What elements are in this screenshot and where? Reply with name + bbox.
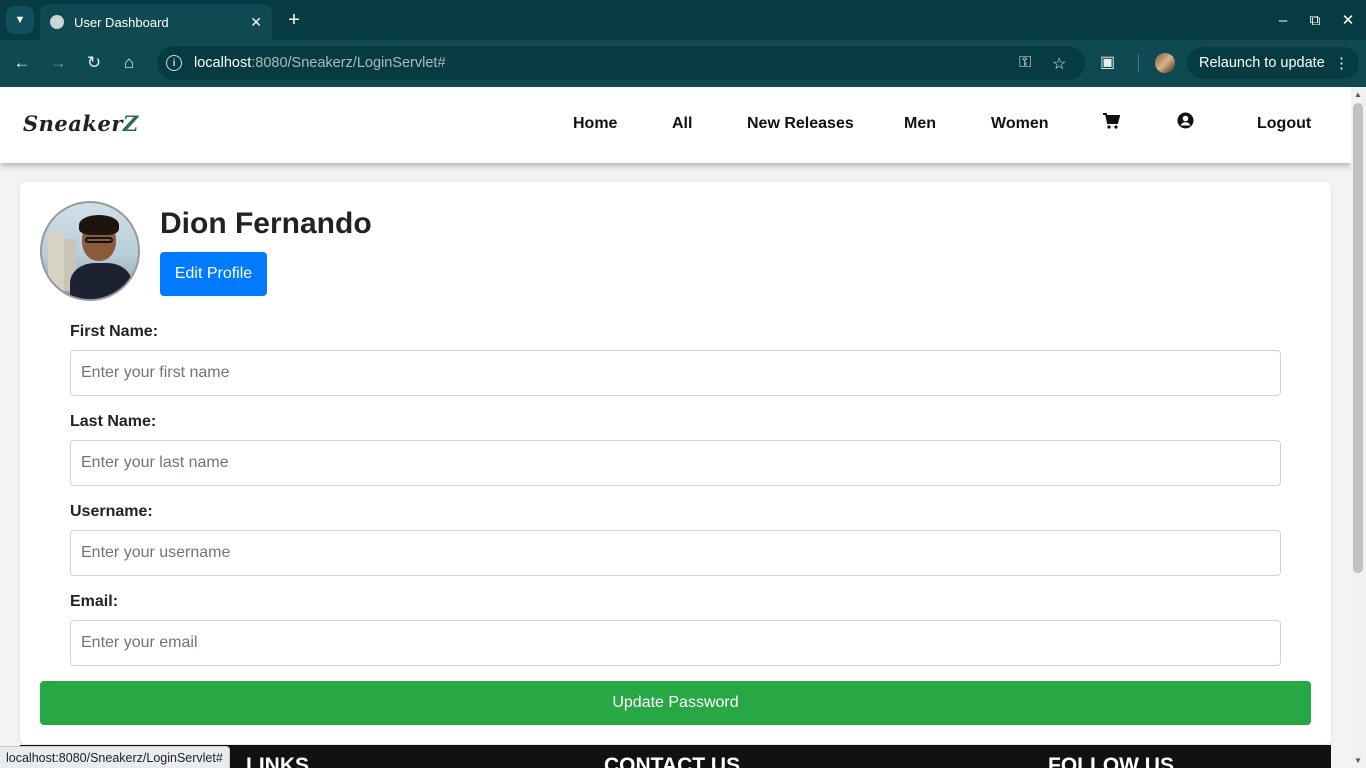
scrollbar-thumb[interactable] xyxy=(1353,103,1363,573)
nav-home-link[interactable]: Home xyxy=(573,115,617,133)
address-bar[interactable]: i localhost:8080/Sneakerz/LoginServlet# … xyxy=(157,46,1085,80)
user-account-icon[interactable] xyxy=(1177,112,1195,130)
password-key-icon[interactable]: ⚿ xyxy=(1019,54,1031,72)
url-text[interactable]: localhost:8080/Sneakerz/LoginServlet# xyxy=(194,55,446,71)
new-tab-button[interactable]: + xyxy=(282,8,306,32)
footer-links-heading: LINKS xyxy=(246,754,309,768)
relaunch-to-update-button[interactable]: Relaunch to update ⋮ xyxy=(1187,47,1359,79)
tab-search-button[interactable]: ▼ xyxy=(6,6,34,34)
relaunch-label: Relaunch to update xyxy=(1199,55,1325,71)
profile-name: Dion Fernando xyxy=(160,207,372,240)
email-label: Email: xyxy=(70,593,119,610)
profile-avatar xyxy=(40,201,140,301)
reload-button[interactable]: ↻ xyxy=(80,50,108,76)
page-viewport: SneakerZ Home All New Releases Men Women… xyxy=(0,87,1351,768)
site-logo[interactable]: SneakerZ xyxy=(23,111,139,136)
bookmark-star-icon[interactable]: ☆ xyxy=(1052,54,1066,74)
update-password-button[interactable]: Update Password xyxy=(40,681,1311,725)
site-info-icon[interactable]: i xyxy=(166,55,182,71)
nav-all-link[interactable]: All xyxy=(672,115,692,133)
footer-follow-heading: FOLLOW US xyxy=(1048,754,1174,768)
globe-icon xyxy=(50,15,64,29)
profile-card: Dion Fernando Edit Profile First Name: L… xyxy=(20,182,1331,744)
browser-profile-avatar[interactable] xyxy=(1155,53,1175,73)
active-tab[interactable]: User Dashboard ✕ xyxy=(40,4,272,40)
nav-logout-link[interactable]: Logout xyxy=(1257,115,1311,133)
username-input[interactable] xyxy=(70,530,1281,576)
link-status-bar: localhost:8080/Sneakerz/LoginServlet# xyxy=(0,746,230,768)
restore-button[interactable]: ⧉ xyxy=(1303,8,1327,32)
scroll-up-arrow-icon[interactable]: ▲ xyxy=(1354,90,1362,99)
first-name-label: First Name: xyxy=(70,323,159,340)
toolbar-separator xyxy=(1138,54,1139,72)
nav-new-releases-link[interactable]: New Releases xyxy=(747,115,854,133)
tab-title: User Dashboard xyxy=(74,14,169,30)
logo-text: Sneaker xyxy=(23,111,123,136)
nav-women-link[interactable]: Women xyxy=(991,115,1048,133)
scroll-down-arrow-icon[interactable]: ▼ xyxy=(1354,756,1362,765)
close-window-button[interactable]: ✕ xyxy=(1336,8,1360,32)
last-name-label: Last Name: xyxy=(70,413,157,430)
home-button[interactable]: ⌂ xyxy=(115,50,143,76)
username-label: Username: xyxy=(70,503,153,520)
forward-button[interactable]: → xyxy=(44,50,72,76)
url-path: :8080/Sneakerz/LoginServlet# xyxy=(251,55,446,71)
email-input[interactable] xyxy=(70,620,1281,666)
first-name-input[interactable] xyxy=(70,350,1281,396)
url-host: localhost xyxy=(194,55,252,71)
logo-accent: Z xyxy=(122,111,139,136)
page-scrollbar[interactable]: ▲ ▼ xyxy=(1351,87,1366,768)
more-menu-icon[interactable]: ⋮ xyxy=(1334,54,1349,72)
back-button[interactable]: ← xyxy=(8,50,36,76)
last-name-input[interactable] xyxy=(70,440,1281,486)
extensions-icon[interactable]: ▣ xyxy=(1100,52,1115,72)
close-tab-icon[interactable]: ✕ xyxy=(250,14,262,31)
footer-contact-heading: CONTACT US xyxy=(604,754,741,768)
cart-icon[interactable] xyxy=(1102,112,1121,130)
site-header: SneakerZ Home All New Releases Men Women… xyxy=(0,87,1351,163)
minimize-button[interactable]: – xyxy=(1271,8,1295,32)
nav-men-link[interactable]: Men xyxy=(904,115,936,133)
edit-profile-button[interactable]: Edit Profile xyxy=(160,252,267,296)
